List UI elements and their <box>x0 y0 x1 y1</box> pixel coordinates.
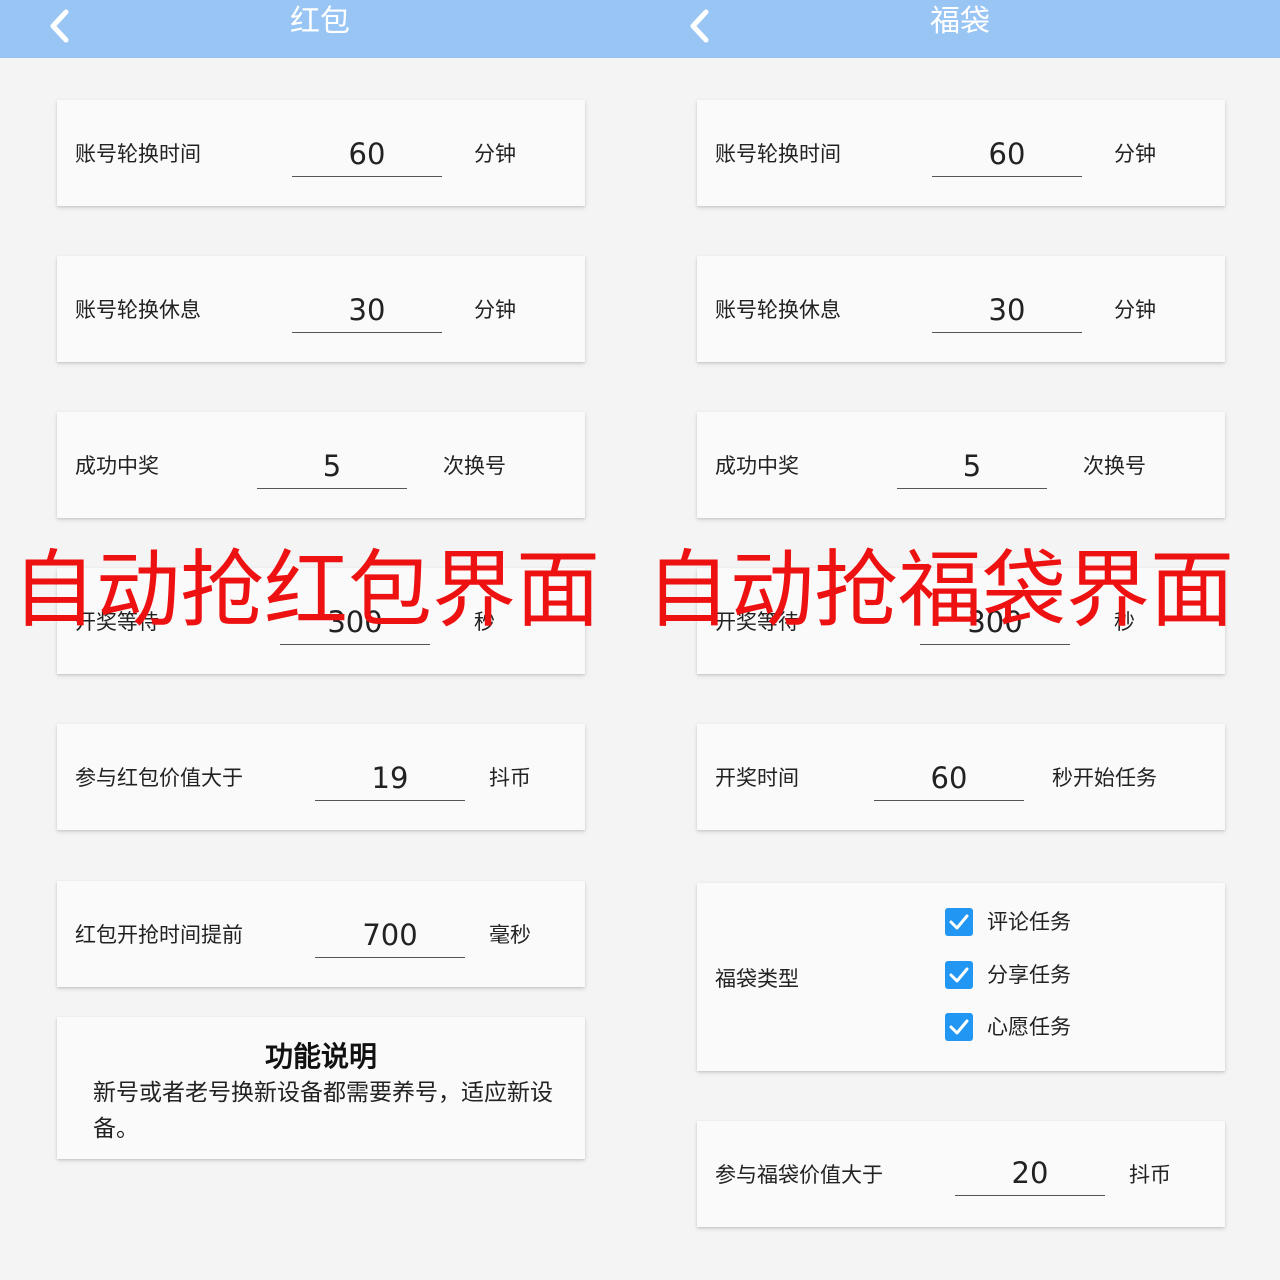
setting-card-rotation-time: 账号轮换时间 分钟 <box>57 100 585 206</box>
setting-card-rotation-time: 账号轮换时间 分钟 <box>697 100 1225 206</box>
setting-unit: 毫秒 <box>489 923 531 947</box>
setting-unit: 分钟 <box>1114 142 1156 166</box>
setting-card-draw-time: 开奖时间 秒开始任务 <box>697 724 1225 830</box>
page-title: 红包 <box>290 4 350 39</box>
setting-card-min-value: 参与红包价值大于 抖币 <box>57 724 585 830</box>
setting-card-draw-wait: 开奖等待 秒 <box>697 568 1225 674</box>
draw-wait-input[interactable] <box>280 600 430 645</box>
setting-card-draw-wait: 开奖等待 秒 <box>57 568 585 674</box>
bag-type-label: 福袋类型 <box>715 967 799 991</box>
check-icon <box>949 1019 969 1035</box>
setting-card-min-value: 参与福袋价值大于 抖币 <box>697 1121 1225 1227</box>
setting-card-rotation-rest: 账号轮换休息 分钟 <box>57 256 585 362</box>
check-icon <box>949 967 969 983</box>
setting-card-win-count: 成功中奖 次换号 <box>697 412 1225 518</box>
setting-unit: 次换号 <box>443 454 506 478</box>
info-title: 功能说明 <box>264 1040 377 1073</box>
checkbox-label: 评论任务 <box>987 910 1071 934</box>
checkbox-label: 分享任务 <box>987 963 1071 987</box>
rotation-time-input[interactable] <box>932 132 1082 177</box>
min-value-input[interactable] <box>955 1151 1105 1196</box>
win-count-input[interactable] <box>257 444 407 489</box>
checkbox-label: 心愿任务 <box>987 1015 1071 1039</box>
setting-label: 开奖时间 <box>715 766 799 790</box>
page-title: 福袋 <box>930 4 990 39</box>
setting-unit: 抖币 <box>489 766 531 790</box>
setting-card-rotation-rest: 账号轮换休息 分钟 <box>697 256 1225 362</box>
setting-label: 开奖等待 <box>75 610 159 634</box>
setting-unit: 秒开始任务 <box>1052 766 1157 790</box>
setting-unit: 抖币 <box>1129 1163 1171 1187</box>
info-card: 功能说明 新号或者老号换新设备都需要养号，适应新设备。 <box>57 1017 585 1159</box>
rotation-rest-input[interactable] <box>292 288 442 333</box>
setting-label: 开奖等待 <box>715 610 799 634</box>
setting-unit: 分钟 <box>474 142 516 166</box>
setting-label: 成功中奖 <box>715 454 799 478</box>
info-body: 新号或者老号换新设备都需要养号，适应新设备。 <box>93 1080 553 1142</box>
chevron-left-icon <box>50 9 69 43</box>
red-packet-screen: 红包 账号轮换时间 分钟 账号轮换休息 分钟 成功中奖 次换号 开奖等待 秒 参… <box>0 0 640 1280</box>
checkbox-checked[interactable] <box>945 961 973 989</box>
setting-unit: 分钟 <box>474 298 516 322</box>
chevron-left-icon <box>690 9 709 43</box>
setting-unit: 次换号 <box>1083 454 1146 478</box>
back-button[interactable] <box>680 4 720 48</box>
app-bar: 福袋 <box>640 0 1280 58</box>
advance-time-input[interactable] <box>315 913 465 958</box>
draw-wait-input[interactable] <box>920 600 1070 645</box>
setting-label: 参与红包价值大于 <box>75 766 243 790</box>
setting-label: 账号轮换休息 <box>75 298 201 322</box>
min-value-input[interactable] <box>315 756 465 801</box>
setting-label: 账号轮换时间 <box>75 142 201 166</box>
draw-time-input[interactable] <box>874 756 1024 801</box>
setting-label: 成功中奖 <box>75 454 159 478</box>
check-icon <box>949 914 969 930</box>
back-button[interactable] <box>40 4 80 48</box>
setting-label: 账号轮换休息 <box>715 298 841 322</box>
app-bar: 红包 <box>0 0 640 58</box>
bag-type-card: 福袋类型 评论任务 分享任务 心愿任务 <box>697 883 1225 1071</box>
setting-label: 红包开抢时间提前 <box>75 923 243 947</box>
setting-card-advance-time: 红包开抢时间提前 毫秒 <box>57 881 585 987</box>
rotation-rest-input[interactable] <box>932 288 1082 333</box>
setting-label: 账号轮换时间 <box>715 142 841 166</box>
checkbox-checked[interactable] <box>945 1013 973 1041</box>
setting-unit: 分钟 <box>1114 298 1156 322</box>
checkbox-checked[interactable] <box>945 908 973 936</box>
lucky-bag-screen: 福袋 账号轮换时间 分钟 账号轮换休息 分钟 成功中奖 次换号 开奖等待 秒 开… <box>640 0 1280 1280</box>
setting-unit: 秒 <box>1114 610 1135 634</box>
setting-card-win-count: 成功中奖 次换号 <box>57 412 585 518</box>
setting-label: 参与福袋价值大于 <box>715 1163 883 1187</box>
rotation-time-input[interactable] <box>292 132 442 177</box>
setting-unit: 秒 <box>474 610 495 634</box>
win-count-input[interactable] <box>897 444 1047 489</box>
